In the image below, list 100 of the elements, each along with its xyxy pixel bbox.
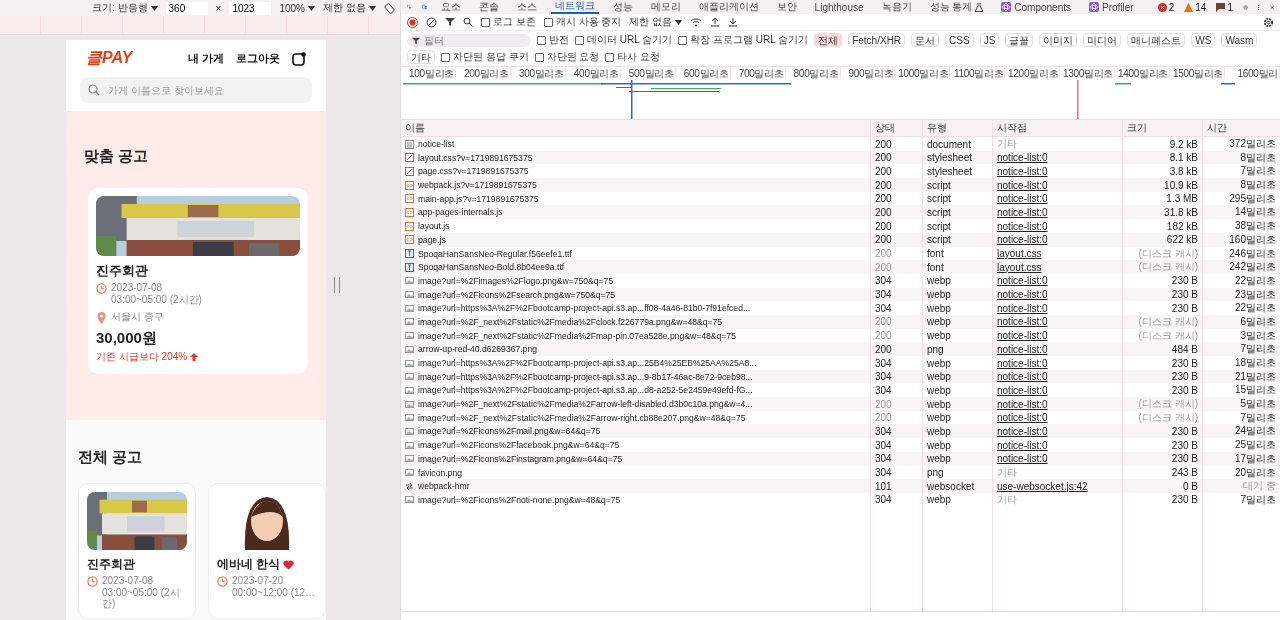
checkbox[interactable]: 반전 [537,33,569,47]
request-name[interactable]: SpoqaHanSansNeo-Regular.f56eefe1.ttf [418,248,572,259]
panel-tab[interactable]: 메모리 [646,0,685,14]
initiator-link[interactable]: notice-list:0 [997,193,1048,205]
type-filter-chip[interactable]: Fetch/XHR [848,33,906,47]
download-icon[interactable] [728,17,739,27]
job-card[interactable]: 진주회관 2023-07-08 03:00~05:00 (2시간) 서울시 중구 30,000원 기존 시급보다 204% [88,188,308,374]
rotate-icon[interactable] [383,2,395,14]
record-icon[interactable] [407,16,418,28]
message-count[interactable]: 1 [1227,1,1233,13]
job-card[interactable]: 진주회관 2023-07-08 03:00~05:00 (2시간) [78,483,196,619]
column-header[interactable]: 이름 [405,121,425,135]
panel-tab[interactable]: 녹음기 [877,0,916,14]
checkbox[interactable]: 차단된 요청 [534,50,600,64]
initiator-link[interactable]: notice-list:0 [997,206,1048,218]
warning-count[interactable]: 14 [1195,1,1207,13]
initiator-link[interactable]: notice-list:0 [997,275,1048,287]
request-name[interactable]: image?url=%2Ficons%2Ffacebook.png&w=64&q=75 [418,440,620,451]
column-header[interactable]: 크기 [1127,121,1147,135]
request-name[interactable]: webpack.js?v=1719891675375 [418,180,537,191]
filter-icon[interactable] [445,17,455,27]
checkbox[interactable]: 타사 요청 [605,50,661,64]
request-name[interactable]: app-pages-internals.js [418,207,503,218]
request-name[interactable]: image?url=https%3A%2F%2Fbootcamp-project-api.s3.ap...9-8b17-46ac-8e72-9ceb98... [418,371,753,382]
initiator-link[interactable]: notice-list:0 [997,412,1048,424]
resize-handle[interactable] [334,277,340,293]
request-name[interactable]: layout.js [418,221,450,232]
request-name[interactable]: layout.css?v=1719891675375 [418,152,533,163]
initiator-link[interactable]: notice-list:0 [997,302,1048,314]
column-header[interactable]: 상태 [875,121,895,135]
throttle-dropdown[interactable]: 제한 없음 [629,15,683,29]
clear-icon[interactable] [426,16,437,28]
initiator-link[interactable]: notice-list:0 [997,289,1048,301]
logo[interactable]: 클PAY [86,48,133,69]
search-field[interactable]: 가게 이름으로 찾아보세요 [80,77,312,103]
initiator-link[interactable]: notice-list:0 [997,439,1048,451]
initiator-link[interactable]: notice-list:0 [997,343,1048,355]
nav-link[interactable]: 내 가게 [187,51,224,66]
type-filter-chip[interactable]: 기타 [407,50,435,64]
initiator-link[interactable]: notice-list:0 [997,357,1048,369]
type-filter-chip[interactable]: 매니페스트 [1127,33,1186,47]
initiator-link[interactable]: notice-list:0 [997,234,1048,246]
request-name[interactable]: arrow-up-red-40.d6269367.png [418,344,537,355]
type-filter-chip[interactable]: 이미지 [1039,33,1078,47]
checkbox[interactable]: 로그 보존 [481,15,536,29]
settings-icon[interactable] [1263,16,1274,28]
panel-tab[interactable]: 콘솔 [474,0,503,14]
filter-field[interactable]: 필터 [407,33,531,47]
nav-link[interactable]: 로그아웃 [236,51,280,66]
request-name[interactable]: image?url=https%3A%2F%2Fbootcamp-project-api.s3.ap...25B4%25EB%25AA%25A8... [418,358,757,368]
request-name[interactable]: image?url=%2Ficons%2Fmail.png&w=64&q=75 [418,426,601,437]
initiator-link[interactable]: notice-list:0 [997,152,1048,164]
type-filter-chip[interactable]: Wasm [1221,33,1258,47]
wifi-icon[interactable] [690,17,703,27]
type-filter-chip[interactable]: 전체 [814,33,843,47]
request-name[interactable]: image?url=https%3A%2F%2Fbootcamp-project-api.s3.ap...ff08-4a46-81b0-7f91efced... [418,303,751,314]
height-field[interactable]: 1023 [229,1,272,15]
initiator-link[interactable]: layout.css [997,261,1042,273]
type-filter-chip[interactable]: 미디어 [1083,33,1122,47]
initiator-link[interactable]: notice-list:0 [997,425,1048,437]
panel-tab[interactable]: 소스 [512,0,541,14]
panel-tab[interactable]: 요소 [436,0,465,14]
request-name[interactable]: page.js [418,234,446,245]
search-icon[interactable] [463,17,473,27]
column-header[interactable]: 시작점 [997,121,1027,135]
request-name[interactable]: image?url=%2F_next%2Fstatic%2Fmedia%2Fmap-pin.07ea528e.png&w=48&q=75 [418,330,736,341]
initiator-link[interactable]: notice-list:0 [997,330,1048,342]
request-name[interactable]: SpoqaHanSansNeo-Bold.8b04ee9a.ttf [418,262,565,273]
request-name[interactable]: main-app.js?v=1719891675375 [418,193,539,204]
column-header[interactable]: 유형 [927,121,947,135]
request-name[interactable]: image?url=https%3A%2F%2Fbootcamp-project-api.s3.ap...d8-a252-5e2459e49efd-fG... [418,385,753,396]
request-name[interactable]: webpack-hmr [418,481,470,492]
type-filter-chip[interactable]: 글꼴 [1005,33,1034,47]
panel-tab[interactable]: Profiler [1085,0,1138,14]
initiator-link[interactable]: notice-list:0 [997,220,1048,232]
type-filter-chip[interactable]: 문서 [911,33,940,47]
checkbox[interactable]: 확장 프로그램 URL 숨기기 [678,33,809,47]
request-name[interactable]: image?url=%2Fimages%2Flogo.png&w=750&q=75 [418,275,614,286]
panel-tab[interactable]: 보안 [772,0,801,14]
type-filter-chip[interactable]: WS [1191,33,1216,47]
panel-tab[interactable]: 성능 통계 [925,0,988,14]
initiator-link[interactable]: layout.css [997,248,1042,259]
width-field[interactable]: 360 [165,1,208,15]
request-name[interactable]: page.css?v=1719891675375 [418,166,529,177]
initiator-link[interactable]: use-websocket.js:42 [997,480,1088,492]
column-header[interactable]: 시간 [1207,121,1227,135]
panel-tab[interactable]: 성능 [608,0,637,14]
type-filter-chip[interactable]: CSS [945,33,974,47]
error-count[interactable]: 2 [1168,1,1175,13]
request-name[interactable]: favicon.png [418,467,462,478]
job-card[interactable]: 에바네 한식 2023-07-20 00:00~12:00 (12… [208,483,326,619]
device-toolbar-icon[interactable] [421,2,427,12]
initiator-link[interactable]: notice-list:0 [997,165,1048,177]
initiator-link[interactable]: notice-list:0 [997,398,1048,410]
type-filter-chip[interactable]: JS [979,33,1000,47]
initiator-link[interactable]: notice-list:0 [997,384,1048,396]
checkbox[interactable]: 차단된 응답 쿠키 [441,50,529,64]
checkbox[interactable]: 캐시 사용 중지 [543,15,622,29]
panel-tab[interactable]: 애플리케이션 [694,0,763,14]
upload-icon[interactable] [710,17,721,27]
